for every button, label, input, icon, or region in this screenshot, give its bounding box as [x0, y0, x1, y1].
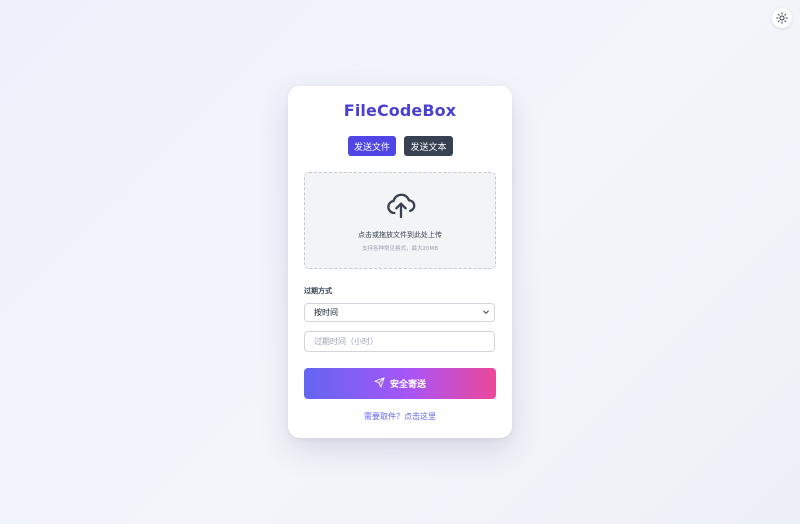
app-title: FileCodeBox	[343, 101, 457, 120]
expiration-select[interactable]: 按时间	[304, 303, 495, 322]
expiration-select-value: 按时间	[314, 308, 338, 317]
theme-toggle-button[interactable]	[772, 8, 792, 28]
expiration-hours-input[interactable]	[304, 331, 495, 352]
sun-icon	[776, 9, 788, 28]
tab-send-text[interactable]: 发送文本	[404, 136, 453, 156]
secure-send-button[interactable]: 安全寄送	[304, 368, 496, 399]
secure-send-label: 安全寄送	[389, 380, 426, 390]
chevron-down-icon	[482, 308, 490, 318]
send-icon	[374, 376, 385, 391]
file-dropzone[interactable]: 点击或拖放文件到此处上传 支持各种常见格式，最大20MB	[304, 172, 496, 269]
dropzone-main-text: 点击或拖放文件到此处上传	[358, 231, 442, 239]
retrieve-file-link[interactable]: 需要取件？点击这里	[0, 411, 800, 422]
expiration-label: 过期方式	[304, 287, 332, 295]
cloud-upload-icon	[385, 189, 417, 225]
tab-send-file[interactable]: 发送文件	[348, 136, 396, 156]
dropzone-sub-text: 支持各种常见格式，最大20MB	[361, 246, 439, 252]
